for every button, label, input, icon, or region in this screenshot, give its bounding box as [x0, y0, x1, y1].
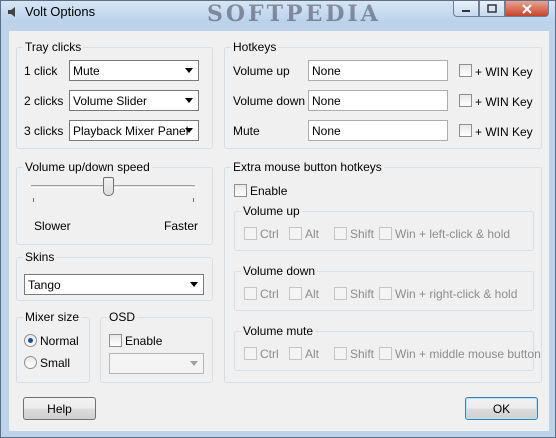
chevron-down-icon — [185, 68, 193, 73]
ok-button-label: OK — [492, 401, 511, 416]
mixer-normal-label: Normal — [40, 334, 79, 348]
chevron-down-icon — [185, 128, 193, 133]
volume-up-win-label: Win + left-click & hold — [395, 227, 511, 241]
tray-1-click-value: Mute — [73, 64, 100, 78]
ctrl-label: Ctrl — [260, 347, 279, 361]
volume-down-shift-checkbox[interactable] — [334, 287, 347, 300]
mouse-volume-mute-label: Volume mute — [241, 324, 316, 338]
tray-3-clicks-select[interactable]: Playback Mixer Panel — [69, 120, 199, 141]
maximize-button[interactable] — [479, 1, 505, 17]
tray-row-2-label: 2 clicks — [24, 94, 64, 108]
mouse-volume-down-label: Volume down — [241, 264, 318, 278]
volume-speed-group: Volume up/down speed — [16, 160, 213, 245]
chevron-down-icon — [190, 282, 198, 287]
hotkey-volume-down-value: None — [312, 94, 341, 108]
hotkey-mute-field[interactable]: None — [308, 120, 448, 141]
chevron-down-icon — [185, 98, 193, 103]
alt-label: Alt — [305, 347, 320, 361]
dialog-body: Tray clicks 1 click Mute 2 clicks Volume… — [9, 31, 549, 431]
win-key-checkbox-volume-down[interactable] — [459, 94, 472, 107]
volume-mute-shift-checkbox[interactable] — [334, 347, 347, 360]
hotkey-volume-up-value: None — [312, 64, 341, 78]
shift-label: Shift — [350, 347, 375, 361]
slower-label: Slower — [34, 219, 71, 233]
faster-label: Faster — [164, 219, 199, 233]
volume-speed-label: Volume up/down speed — [23, 160, 152, 174]
close-icon — [522, 3, 532, 14]
volume-up-alt-checkbox[interactable] — [289, 227, 302, 240]
maximize-icon — [487, 4, 497, 13]
alt-label: Alt — [305, 287, 320, 301]
volume-mute-alt-checkbox[interactable] — [289, 347, 302, 360]
mouse-enable-label: Enable — [250, 184, 288, 198]
slider-tick — [33, 198, 34, 202]
tray-row-1-label: 1 click — [24, 64, 58, 78]
ctrl-label: Ctrl — [260, 287, 279, 301]
win-key-label: + WIN Key — [475, 125, 533, 139]
mixer-size-label: Mixer size — [23, 310, 82, 324]
mixer-small-label: Small — [40, 356, 71, 370]
slider-tick — [193, 198, 194, 202]
tray-1-click-select[interactable]: Mute — [69, 60, 199, 81]
window-title: Volt Options — [25, 4, 96, 19]
title-bar[interactable]: Volt Options SOFTPEDIA — [1, 1, 555, 27]
volume-mute-ctrl-checkbox[interactable] — [244, 347, 257, 360]
volume-up-ctrl-checkbox[interactable] — [244, 227, 257, 240]
hotkey-volume-up-label: Volume up — [233, 64, 290, 78]
minimize-icon — [462, 9, 470, 12]
volume-down-alt-checkbox[interactable] — [289, 287, 302, 300]
help-button-label: Help — [47, 401, 72, 416]
ctrl-label: Ctrl — [260, 227, 279, 241]
mixer-normal-radio[interactable] — [24, 334, 37, 347]
osd-enable-checkbox[interactable] — [109, 334, 122, 347]
win-key-checkbox-volume-up[interactable] — [459, 64, 472, 77]
hotkey-volume-down-label: Volume down — [233, 94, 306, 108]
volume-down-win-label: Win + right-click & hold — [395, 287, 518, 301]
osd-enable-label: Enable — [125, 334, 163, 348]
skin-value: Tango — [28, 278, 61, 292]
win-key-label: + WIN Key — [475, 65, 533, 79]
tray-clicks-label: Tray clicks — [23, 40, 84, 54]
mouse-volume-up-label: Volume up — [241, 204, 302, 218]
hotkey-mute-label: Mute — [233, 124, 260, 138]
volume-mute-win-checkbox[interactable] — [379, 347, 392, 360]
tray-2-clicks-value: Volume Slider — [73, 94, 148, 108]
volume-mute-win-label: Win + middle mouse button — [395, 347, 541, 361]
hotkey-mute-value: None — [312, 124, 341, 138]
mixer-small-radio[interactable] — [24, 356, 37, 369]
tray-3-clicks-value: Playback Mixer Panel — [73, 124, 189, 138]
mouse-hotkeys-label: Extra mouse button hotkeys — [231, 160, 384, 174]
volume-down-win-checkbox[interactable] — [379, 287, 392, 300]
volume-speed-slider-thumb[interactable] — [102, 177, 114, 196]
osd-label: OSD — [107, 310, 138, 324]
hotkey-volume-down-field[interactable]: None — [308, 90, 448, 111]
volume-up-shift-checkbox[interactable] — [334, 227, 347, 240]
minimize-button[interactable] — [453, 1, 479, 17]
tray-row-3-label: 3 clicks — [24, 124, 64, 138]
speaker-icon — [8, 7, 15, 17]
options-window: Volt Options SOFTPEDIA Tray clicks 1 cli… — [0, 0, 556, 438]
watermark: SOFTPEDIA — [207, 1, 381, 27]
close-button[interactable] — [505, 1, 549, 17]
hotkey-volume-up-field[interactable]: None — [308, 60, 448, 81]
tray-2-clicks-select[interactable]: Volume Slider — [69, 90, 199, 111]
chevron-down-icon — [190, 361, 198, 366]
shift-label: Shift — [350, 227, 375, 241]
osd-select[interactable] — [109, 353, 204, 374]
win-key-label: + WIN Key — [475, 95, 533, 109]
skin-select[interactable]: Tango — [24, 274, 204, 295]
help-button[interactable]: Help — [23, 397, 96, 420]
volume-down-ctrl-checkbox[interactable] — [244, 287, 257, 300]
win-key-checkbox-mute[interactable] — [459, 124, 472, 137]
skins-label: Skins — [23, 250, 57, 264]
mixer-size-group: Mixer size — [16, 310, 90, 383]
mouse-enable-checkbox[interactable] — [234, 184, 247, 197]
alt-label: Alt — [305, 227, 320, 241]
ok-button[interactable]: OK — [465, 397, 538, 420]
volume-up-win-checkbox[interactable] — [379, 227, 392, 240]
shift-label: Shift — [350, 287, 375, 301]
radio-selected-dot — [28, 338, 33, 343]
hotkeys-label: Hotkeys — [231, 40, 279, 54]
